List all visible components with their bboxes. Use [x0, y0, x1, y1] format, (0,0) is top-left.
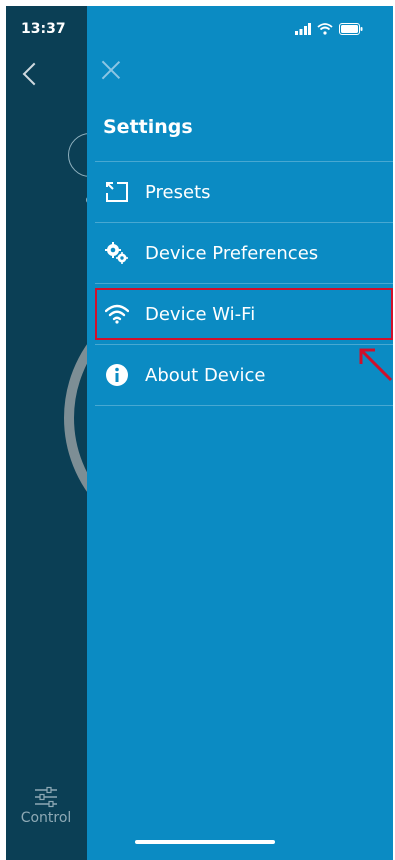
close-icon[interactable]: [99, 58, 123, 82]
menu-item-device-wifi[interactable]: Device Wi-Fi: [95, 283, 393, 344]
control-tab[interactable]: Control: [16, 786, 76, 826]
menu-item-device-preferences[interactable]: Device Preferences: [95, 222, 393, 283]
menu-item-about-device[interactable]: About Device: [95, 344, 393, 406]
menu-label: Device Preferences: [145, 242, 319, 264]
drawer-title: Settings: [103, 116, 193, 138]
battery-icon: [339, 23, 363, 35]
menu-label: Presets: [145, 181, 211, 203]
home-indicator: [135, 840, 275, 844]
sliders-icon: [35, 786, 57, 808]
menu-label: Device Wi-Fi: [145, 303, 256, 325]
status-icons: [295, 23, 363, 35]
gears-icon: [103, 241, 131, 265]
menu-label: About Device: [145, 364, 266, 386]
menu-item-presets[interactable]: Presets: [95, 161, 393, 222]
presets-icon: [103, 180, 131, 204]
annotation-arrow-icon: [359, 348, 393, 382]
control-label: Control: [20, 810, 72, 826]
status-time: 13:37: [21, 21, 66, 37]
back-chevron-icon[interactable]: [22, 62, 46, 86]
wifi-icon: [103, 302, 131, 326]
wifi-status-icon: [317, 23, 333, 35]
phone-screen: 13:37 Control Settings Presets Device Pr…: [6, 6, 393, 860]
info-icon: [103, 363, 131, 387]
settings-drawer: Settings Presets Device Preferences Devi…: [87, 6, 393, 860]
signal-icon: [295, 23, 311, 35]
settings-menu: Presets Device Preferences Device Wi-Fi …: [95, 161, 393, 406]
